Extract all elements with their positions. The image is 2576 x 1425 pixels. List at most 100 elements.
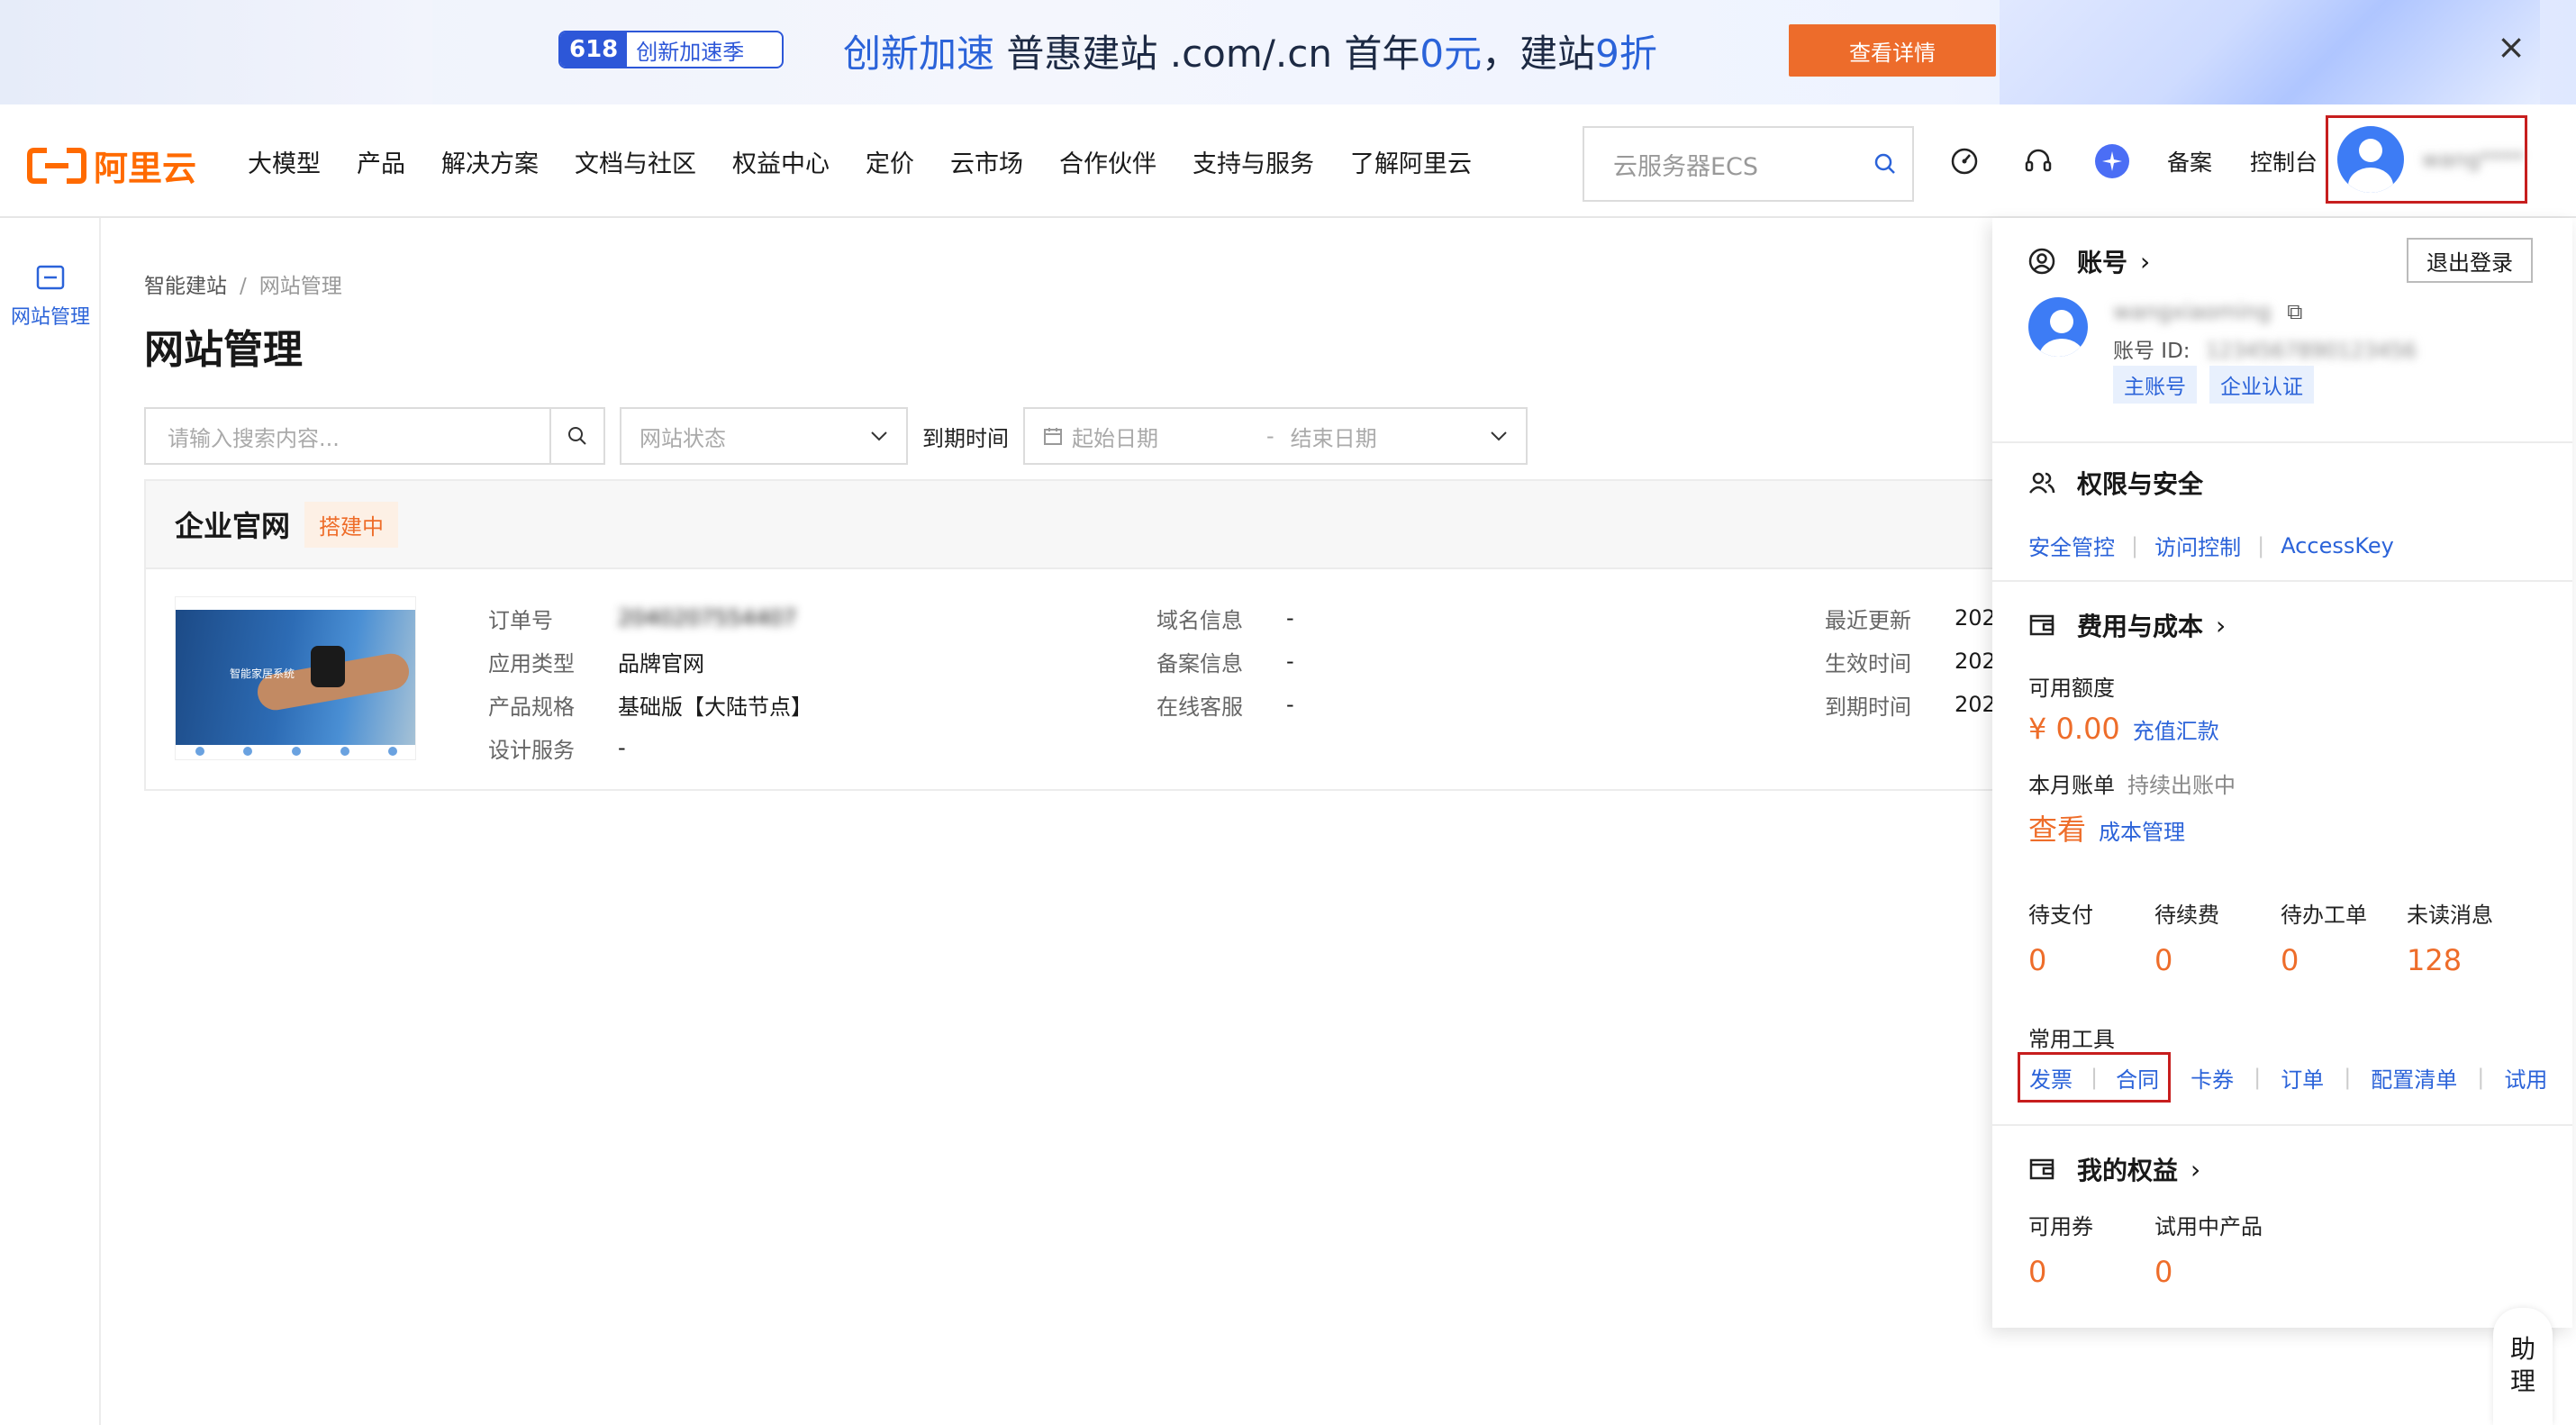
search-button[interactable]	[549, 409, 603, 463]
benefits-title-link[interactable]: 我的权益 ›	[2028, 1151, 2200, 1187]
breadcrumb-separator: /	[240, 275, 247, 298]
info-row: 生效时间 202	[1825, 640, 1996, 683]
link-accesskey[interactable]: AccessKey	[2281, 533, 2394, 558]
stat-pending-payment[interactable]: 待支付 0	[2028, 897, 2154, 977]
stat-pending-renewal[interactable]: 待续费 0	[2154, 897, 2281, 977]
account-title-link[interactable]: 账号 ›	[2028, 243, 2150, 279]
promo-badge-number: 618	[560, 32, 628, 67]
monthly-bill-label: 本月账单 持续出账中	[2028, 767, 2236, 799]
sidebar-item-website-management[interactable]: 网站管理	[0, 265, 101, 330]
website-card: 企业官网 搭建中 智能家居系统 订单号 2040207554407 应用类型 品牌官…	[144, 479, 2000, 791]
user-circle-icon	[2028, 248, 2055, 275]
ai-assistant-icon[interactable]	[2093, 142, 2131, 180]
recharge-link[interactable]: 充值汇款	[2133, 713, 2219, 745]
status-select[interactable]: 网站状态	[620, 407, 908, 465]
aliyun-logo[interactable]: 阿里云	[27, 141, 196, 190]
account-name-row: wangxiaoming ⧉	[2113, 299, 2302, 324]
nav-link-benefits[interactable]: 权益中心	[732, 144, 830, 179]
common-tools: 发票 | 合同 卡券 | 订单 | 配置清单 | 试用	[2018, 1052, 2567, 1103]
filter-bar: 请输入搜索内容... 网站状态 到期时间 起始日期 - 结束日期	[144, 407, 1528, 465]
nav-filing-link[interactable]: 备案	[2167, 145, 2212, 177]
view-bill-link[interactable]: 查看	[2028, 807, 2086, 849]
benefits-section: 我的权益 › 可用券 0 试用中产品 0	[1992, 1126, 2572, 1328]
tool-orders[interactable]: 订单	[2281, 1062, 2324, 1094]
headline-part1: 创新加速	[843, 32, 995, 76]
account-tags: 主账号 企业认证	[2113, 366, 2327, 404]
main-nav-links: 大模型 产品 解决方案 文档与社区 权益中心 定价 云市场 合作伙伴 支持与服务…	[248, 104, 1508, 218]
info-row: 备案信息 -	[1156, 640, 1294, 683]
nav-search-input[interactable]: 云服务器ECS	[1583, 126, 1914, 202]
stat-trial-products[interactable]: 试用中产品 0	[2154, 1209, 2281, 1289]
highlighted-tools: 发票 | 合同	[2018, 1052, 2172, 1103]
breadcrumb-root[interactable]: 智能建站	[144, 275, 227, 298]
chevron-right-icon: ›	[2216, 610, 2227, 640]
banner-decoration-right	[2000, 0, 2540, 104]
info-row: 产品规格 基础版【大陆节点】	[488, 683, 812, 726]
user-menu-trigger[interactable]: wang****	[2326, 115, 2527, 204]
banner-details-button[interactable]: 查看详情	[1789, 24, 1996, 77]
nav-link-marketplace[interactable]: 云市场	[950, 144, 1023, 179]
banner-decoration-left	[0, 0, 432, 104]
website-card-header: 企业官网 搭建中	[146, 481, 1998, 569]
nav-link-about[interactable]: 了解阿里云	[1350, 144, 1472, 179]
stat-available-coupons[interactable]: 可用券 0	[2028, 1209, 2154, 1289]
info-value: -	[618, 735, 626, 760]
search-icon[interactable]	[1858, 152, 1912, 176]
nav-link-docs[interactable]: 文档与社区	[575, 144, 696, 179]
tool-coupons[interactable]: 卡券	[2191, 1062, 2234, 1094]
stat-label: 待续费	[2154, 903, 2219, 928]
stat-value: 0	[2281, 943, 2299, 977]
info-key: 备案信息	[1156, 650, 1243, 676]
chevron-right-icon: ›	[2191, 1154, 2201, 1184]
tool-trial[interactable]: 试用	[2504, 1062, 2547, 1094]
available-credit-label: 可用额度	[2028, 676, 2115, 701]
info-value: 202	[1955, 649, 1996, 674]
search-input[interactable]: 请输入搜索内容...	[144, 407, 605, 465]
nav-link-pricing[interactable]: 定价	[866, 144, 914, 179]
tool-contract[interactable]: 合同	[2116, 1062, 2159, 1094]
assistant-text-2: 理	[2509, 1366, 2535, 1396]
floating-assistant-button[interactable]: 助 理	[2493, 1308, 2553, 1425]
headset-support-icon[interactable]	[2019, 142, 2057, 180]
dashboard-gauge-icon[interactable]	[1946, 142, 1983, 180]
stat-label: 待支付	[2028, 903, 2093, 928]
security-links: 安全管控 | 访问控制 | AccessKey	[2028, 530, 2410, 561]
link-access-control[interactable]: 访问控制	[2154, 530, 2241, 561]
account-id-row: 账号 ID: 1234567890123456	[2113, 333, 2417, 364]
promo-banner[interactable]: 618 创新加速季 创新加速 普惠建站 .com/.cn 首年0元，建站9折 查…	[0, 0, 2576, 104]
tool-config-list[interactable]: 配置清单	[2371, 1062, 2457, 1094]
stat-unread-messages[interactable]: 未读消息 128	[2407, 897, 2533, 977]
nav-link-models[interactable]: 大模型	[248, 144, 321, 179]
promo-badge-text: 创新加速季	[636, 39, 745, 65]
account-id-value: 1234567890123456	[2205, 340, 2417, 363]
chevron-right-icon: ›	[2140, 246, 2151, 277]
chevron-down-icon	[871, 431, 887, 441]
info-key: 在线客服	[1156, 694, 1243, 720]
info-row: 应用类型 品牌官网	[488, 640, 812, 683]
info-value: 202	[1955, 692, 1996, 717]
close-icon[interactable]: ×	[2493, 27, 2529, 67]
stat-value: 0	[2154, 943, 2173, 977]
security-title: 权限与安全	[2028, 465, 2203, 501]
link-security-control[interactable]: 安全管控	[2028, 530, 2115, 561]
nav-link-support[interactable]: 支持与服务	[1193, 144, 1314, 179]
stat-value: 0	[2154, 1255, 2173, 1289]
main-content: 智能建站 / 网站管理 网站管理 请输入搜索内容... 网站状态 到期时间 起始日期…	[101, 218, 2000, 1425]
cost-title-link[interactable]: 费用与成本 ›	[2028, 607, 2226, 643]
date-range-picker[interactable]: 起始日期 - 结束日期	[1023, 407, 1528, 465]
wallet-icon	[2028, 1156, 2055, 1183]
nav-console-link[interactable]: 控制台	[2250, 145, 2317, 177]
stat-pending-tickets[interactable]: 待办工单 0	[2281, 897, 2407, 977]
logout-button[interactable]: 退出登录	[2407, 238, 2533, 283]
cost-management-link[interactable]: 成本管理	[2099, 814, 2185, 846]
nav-link-products[interactable]: 产品	[357, 144, 405, 179]
website-thumbnail[interactable]: 智能家居系统	[175, 596, 416, 760]
nav-link-solutions[interactable]: 解决方案	[441, 144, 539, 179]
tag-enterprise-verified: 企业认证	[2209, 366, 2314, 404]
tool-invoice[interactable]: 发票	[2029, 1062, 2073, 1094]
copy-icon[interactable]: ⧉	[2287, 299, 2302, 324]
expiry-label: 到期时间	[922, 425, 1009, 451]
account-id-label: 账号 ID:	[2113, 340, 2191, 363]
nav-link-partners[interactable]: 合作伙伴	[1059, 144, 1156, 179]
info-row: 到期时间 202	[1825, 683, 1996, 726]
